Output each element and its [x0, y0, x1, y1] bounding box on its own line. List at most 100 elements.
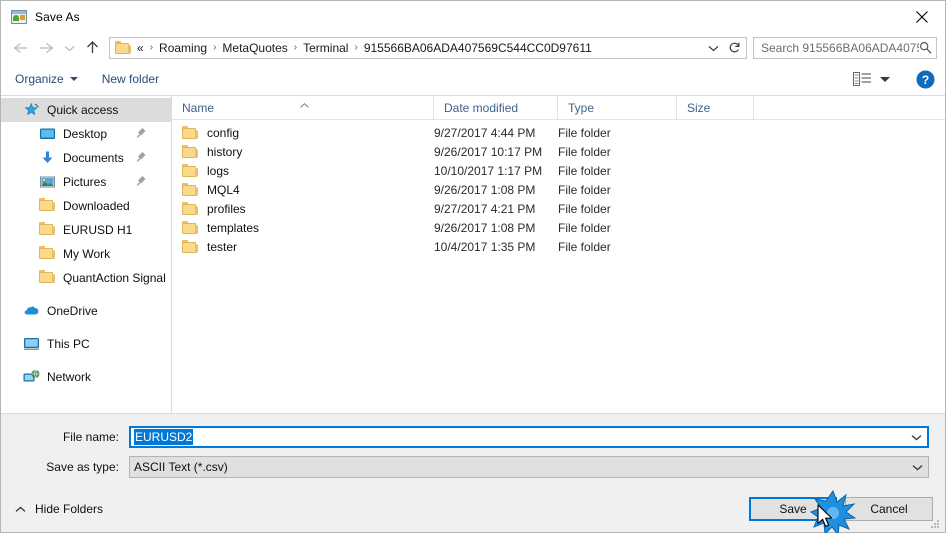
file-type: File folder [558, 239, 611, 254]
folder-icon [115, 41, 131, 54]
breadcrumb-item-terminal[interactable]: Terminal [302, 41, 349, 55]
address-chevron-down-icon[interactable] [703, 38, 723, 58]
table-row[interactable]: profiles 9/27/2017 4:21 PM File folder [172, 199, 945, 218]
table-row[interactable]: config 9/27/2017 4:44 PM File folder [172, 123, 945, 142]
file-date: 9/26/2017 1:08 PM [434, 182, 536, 197]
file-name: history [207, 144, 243, 159]
recent-locations-chevron-down-icon[interactable] [59, 36, 79, 60]
save-as-type-select[interactable]: ASCII Text (*.csv) [129, 456, 929, 478]
file-name: config [207, 125, 240, 140]
breadcrumb: « › Roaming › MetaQuotes › Terminal › 91… [136, 41, 703, 55]
pictures-icon [39, 174, 56, 190]
file-name-cell: profiles [172, 202, 434, 216]
sidebar-item-pictures[interactable]: Pictures [1, 170, 171, 194]
dialog-footer: Hide Folders Save Cancel [1, 486, 945, 532]
sidebar-label: OneDrive [47, 304, 98, 318]
search-input[interactable]: Search 915566BA06ADA40756... [753, 36, 937, 59]
column-label: Name [182, 100, 215, 115]
new-folder-button[interactable]: New folder [102, 72, 159, 86]
sidebar-item-onedrive[interactable]: OneDrive [1, 299, 171, 323]
file-name-cell: history [172, 145, 434, 159]
network-icon [23, 369, 40, 385]
pin-icon[interactable] [136, 127, 147, 142]
documents-download-icon [39, 150, 56, 166]
new-folder-label: New folder [101, 72, 160, 86]
sidebar-label: EURUSD H1 [63, 223, 133, 237]
sidebar-label: My Work [63, 247, 111, 261]
file-date: 10/4/2017 1:35 PM [434, 239, 536, 254]
file-type: File folder [558, 144, 611, 159]
file-type: File folder [558, 125, 611, 140]
pin-icon[interactable] [136, 151, 147, 166]
sidebar-label: Downloaded [63, 199, 130, 213]
folder-icon [182, 202, 198, 215]
pin-icon[interactable] [136, 175, 147, 190]
close-icon[interactable] [899, 1, 945, 32]
cancel-button[interactable]: Cancel [845, 497, 933, 521]
column-label: Size [687, 100, 711, 115]
sidebar-item-quick-access[interactable]: Quick access [1, 98, 171, 122]
refresh-icon[interactable] [723, 36, 747, 59]
breadcrumb-separator: › [149, 42, 154, 53]
sidebar-item-downloaded[interactable]: Downloaded [1, 194, 171, 218]
table-row[interactable]: templates 9/26/2017 1:08 PM File folder [172, 218, 945, 237]
forward-button[interactable] [33, 36, 59, 60]
up-button[interactable] [79, 36, 105, 60]
table-row[interactable]: history 9/26/2017 10:17 PM File folder [172, 142, 945, 161]
save-label: Save [779, 502, 807, 516]
this-pc-icon [23, 336, 40, 352]
table-row[interactable]: logs 10/10/2017 1:17 PM File folder [172, 161, 945, 180]
dialog-body: Quick access Desktop Documents Pictures … [1, 96, 945, 413]
save-button[interactable]: Save [749, 497, 837, 521]
navigation-sidebar: Quick access Desktop Documents Pictures … [1, 96, 172, 413]
resize-grip-icon[interactable] [929, 517, 941, 529]
column-header-name[interactable]: Name [172, 96, 434, 119]
file-name-cell: config [172, 126, 434, 140]
breadcrumb-item-metaquotes[interactable]: MetaQuotes [221, 41, 288, 55]
file-name: logs [207, 163, 230, 178]
file-name-row: File name: EURUSD2 [17, 426, 929, 448]
breadcrumb-prefix: « [137, 40, 144, 55]
chevron-down-icon[interactable] [905, 434, 927, 441]
file-name-cell: tester [172, 240, 434, 254]
column-header-type[interactable]: Type [558, 96, 677, 119]
file-name: MQL4 [207, 182, 240, 197]
table-row[interactable]: MQL4 9/26/2017 1:08 PM File folder [172, 180, 945, 199]
sidebar-item-network[interactable]: Network [1, 365, 171, 389]
back-button[interactable] [7, 36, 33, 60]
sidebar-item-my-work[interactable]: My Work [1, 242, 171, 266]
column-header-date-modified[interactable]: Date modified [434, 96, 558, 119]
breadcrumb-item-instance-id[interactable]: 915566BA06ADA407569C544CC0D97611 [363, 41, 593, 55]
folder-icon [39, 270, 56, 286]
file-name-cell: templates [172, 221, 434, 235]
table-row[interactable]: tester 10/4/2017 1:35 PM File folder [172, 237, 945, 256]
hide-folders-button[interactable]: Hide Folders [15, 502, 103, 516]
file-date: 9/26/2017 1:08 PM [434, 220, 536, 235]
folder-icon [39, 246, 56, 262]
sidebar-item-desktop[interactable]: Desktop [1, 122, 171, 146]
file-date: 10/10/2017 1:17 PM [434, 163, 543, 178]
breadcrumb-item-roaming[interactable]: Roaming [158, 41, 208, 55]
organize-button[interactable]: Organize [15, 72, 78, 86]
sidebar-item-this-pc[interactable]: This PC [1, 332, 171, 356]
hide-folders-label: Hide Folders [35, 502, 104, 516]
file-date: 9/27/2017 4:44 PM [434, 125, 536, 140]
file-type-row: Save as type: ASCII Text (*.csv) [17, 456, 929, 478]
address-bar[interactable]: « › Roaming › MetaQuotes › Terminal › 91… [109, 36, 724, 59]
sidebar-item-quantaction-signal[interactable]: QuantAction Signal [1, 266, 171, 290]
sidebar-item-documents[interactable]: Documents [1, 146, 171, 170]
breadcrumb-separator: › [213, 42, 217, 53]
view-layout-icon[interactable] [853, 72, 890, 86]
file-name-input[interactable]: EURUSD2 [129, 426, 929, 448]
column-label: Type [568, 100, 595, 115]
file-type: File folder [558, 220, 611, 235]
sidebar-label: Network [47, 370, 92, 384]
folder-icon [39, 198, 56, 214]
sidebar-item-eurusd-h1[interactable]: EURUSD H1 [1, 218, 171, 242]
help-icon[interactable]: ? [916, 70, 935, 89]
chevron-down-icon[interactable] [906, 464, 928, 471]
column-header-size[interactable]: Size [677, 96, 754, 119]
navigation-bar: « › Roaming › MetaQuotes › Terminal › 91… [1, 32, 945, 63]
